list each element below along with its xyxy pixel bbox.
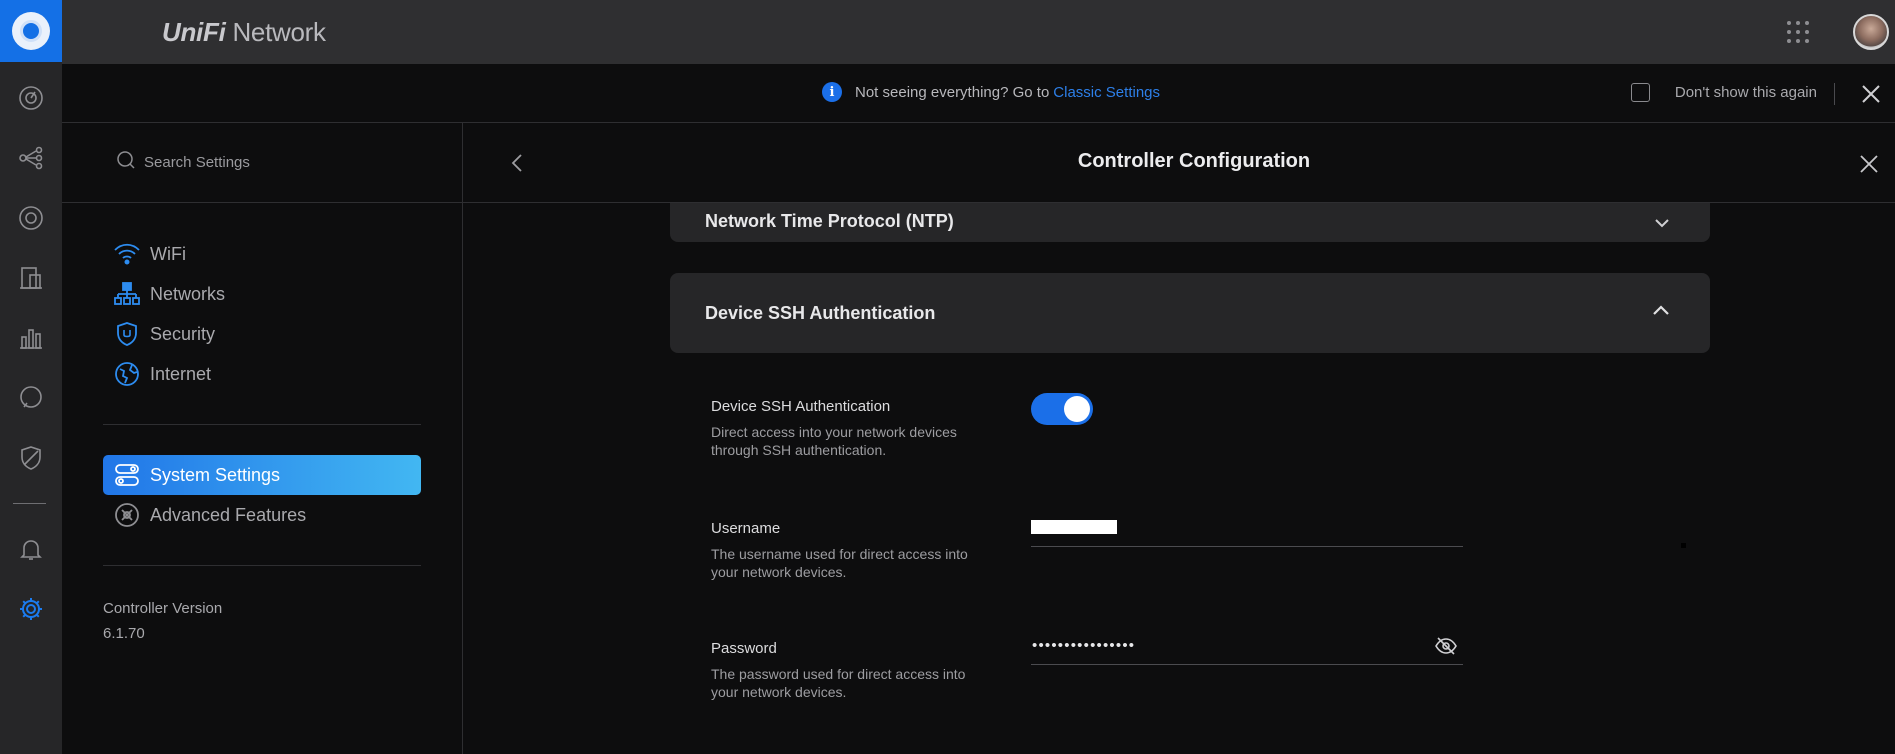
top-bar: UniFi Network [62, 0, 1895, 64]
toggle-knob [1064, 396, 1090, 422]
eye-off-icon[interactable] [1433, 633, 1459, 659]
devices-icon[interactable] [0, 198, 62, 238]
notice-text: Not seeing everything? Go to [855, 83, 1050, 101]
gear-icon[interactable] [0, 589, 62, 629]
username-field [1031, 519, 1463, 547]
bell-icon[interactable] [0, 529, 62, 569]
sidebar-item-wifi[interactable]: WiFi [103, 234, 421, 274]
avatar[interactable] [1853, 14, 1889, 50]
shield-icon [112, 319, 142, 349]
search-icon [116, 150, 136, 175]
info-icon: i [822, 82, 842, 102]
chevron-down-icon[interactable] [1654, 215, 1670, 233]
notice-bar: i Not seeing everything? Go to Classic S… [62, 64, 1895, 123]
icon-rail [0, 0, 62, 754]
artifact-dot [1681, 543, 1686, 548]
statistics-icon[interactable] [0, 318, 62, 358]
page-title: Controller Configuration [1077, 150, 1311, 172]
sidebar-item-networks[interactable]: Networks [103, 274, 421, 314]
sidebar-item-security[interactable]: Security [103, 314, 421, 354]
globe-icon [112, 359, 142, 389]
dont-show-label: Don't show this again [1674, 84, 1817, 101]
threat-management-icon[interactable] [0, 438, 62, 478]
search-input[interactable] [144, 154, 384, 171]
ssh-toggle-help: Direct access into your network devices … [711, 424, 957, 458]
rail-divider [13, 503, 46, 504]
clients-icon[interactable] [0, 258, 62, 298]
classic-settings-link[interactable]: Classic Settings [1053, 84, 1160, 101]
topology-icon[interactable] [0, 138, 62, 178]
sidebar-item-label: Internet [150, 363, 212, 384]
sidebar-item-label: Networks [150, 283, 226, 304]
controller-version-label: Controller Version [103, 600, 223, 617]
brand-prefix: UniFi [162, 17, 226, 47]
search-bar [62, 123, 463, 203]
sidebar-divider [103, 565, 421, 566]
sidebar-item-label: Security [150, 323, 216, 344]
brand-name: Network [232, 17, 326, 47]
sidebar-item-system-settings[interactable]: System Settings [103, 455, 421, 495]
password-help: The password used for direct access into… [711, 666, 966, 700]
section-title: Device SSH Authentication [705, 303, 936, 323]
main-panel: Controller Configuration Network Time Pr… [463, 123, 1895, 754]
username-label: Username [711, 520, 781, 537]
networks-icon [112, 279, 142, 309]
main-header: Controller Configuration [463, 123, 1895, 203]
wifi-icon [112, 239, 142, 269]
section-title: Network Time Protocol (NTP) [705, 211, 954, 231]
password-label: Password [711, 640, 777, 657]
toggles-icon [112, 460, 142, 490]
unifi-logo-icon[interactable] [0, 0, 62, 62]
tools-icon [112, 500, 142, 530]
password-field[interactable]: •••••••••••••••• [1031, 637, 1463, 665]
ssh-toggle-label: Device SSH Authentication [711, 398, 891, 415]
app-brand[interactable]: UniFi Network [162, 17, 326, 48]
chevron-up-icon[interactable] [1652, 303, 1670, 321]
sidebar-item-label: WiFi [150, 243, 186, 264]
username-help: The username used for direct access into… [711, 546, 968, 580]
close-icon[interactable] [1855, 150, 1883, 178]
settings-sidebar: WiFi Networks Security Internet System S… [62, 123, 463, 754]
ssh-section-header[interactable]: Device SSH Authentication [670, 273, 1710, 353]
notice-divider [1834, 83, 1835, 105]
dont-show-checkbox[interactable] [1630, 83, 1650, 102]
close-icon[interactable] [1857, 80, 1885, 108]
sidebar-divider [103, 424, 421, 425]
sidebar-item-label: System Settings [150, 464, 281, 485]
sidebar-item-label: Advanced Features [150, 504, 307, 525]
username-input[interactable] [1031, 520, 1117, 534]
dont-show-again[interactable]: Don't show this again [1630, 83, 1817, 102]
dashboard-icon[interactable] [0, 78, 62, 118]
controller-version-value: 6.1.70 [103, 625, 145, 642]
sidebar-item-internet[interactable]: Internet [103, 354, 421, 394]
sidebar-item-advanced-features[interactable]: Advanced Features [103, 495, 421, 535]
ssh-toggle[interactable] [1031, 393, 1093, 425]
apps-grid-icon[interactable] [1786, 20, 1810, 49]
notice-message: i Not seeing everything? Go to Classic S… [822, 82, 1160, 102]
insights-icon[interactable] [0, 378, 62, 418]
password-input[interactable]: •••••••••••••••• [1032, 637, 1135, 654]
